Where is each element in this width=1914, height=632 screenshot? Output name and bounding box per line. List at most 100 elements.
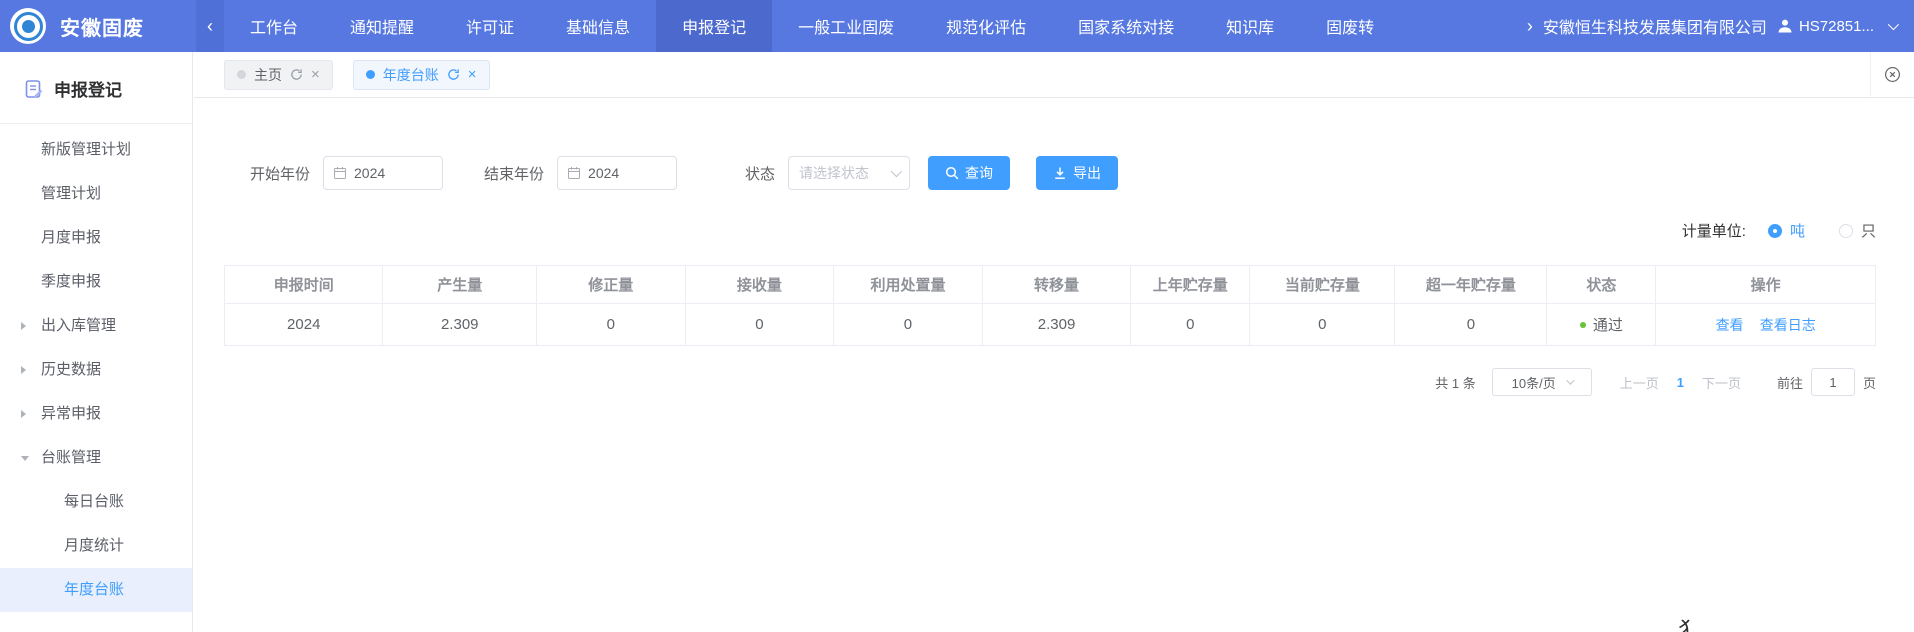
table-row: 2024 2.309 0 0 0 2.309 0 0 0 通过 <box>225 304 1876 346</box>
navbar-right-group: › 安徽恒生科技发展集团有限公司 HS72851... <box>1525 14 1914 38</box>
sidebar-item-management-plan[interactable]: 管理计划 <box>0 172 192 216</box>
nav-item-waste-transfer[interactable]: 固废转 <box>1300 0 1382 52</box>
sidebar-header: 申报登记 <box>0 52 192 124</box>
refresh-icon[interactable] <box>447 68 460 81</box>
unit-radio-ton[interactable]: 吨 <box>1768 220 1805 241</box>
sidebar-item-annual-ledger[interactable]: 年度台账 <box>0 568 192 612</box>
floating-widget-partial-glyph: 犭 <box>1678 620 1700 632</box>
declaration-doc-icon <box>24 79 44 99</box>
sidebar-item-monthly-statistics[interactable]: 月度统计 <box>0 524 192 568</box>
total-count: 共 1 条 <box>1435 373 1475 392</box>
cell-generated: 2.309 <box>383 304 537 346</box>
nav-item-license[interactable]: 许可证 <box>440 0 540 52</box>
sidebar-item-abnormal-declaration[interactable]: 异常申报 <box>0 392 192 436</box>
status-badge: 通过 <box>1593 314 1623 335</box>
nav-item-basic-info[interactable]: 基础信息 <box>540 0 656 52</box>
next-page-button[interactable]: 下一页 <box>1702 373 1741 392</box>
expand-caret-right-icon <box>21 366 26 374</box>
nav-item-standardization-evaluation[interactable]: 规范化评估 <box>920 0 1052 52</box>
view-log-link[interactable]: 查看日志 <box>1760 317 1816 333</box>
cell-received: 0 <box>685 304 834 346</box>
goto-label: 前往 <box>1777 373 1803 392</box>
tab-annual-ledger[interactable]: 年度台账 × <box>353 60 490 90</box>
page-content: 开始年份 结束年份 <box>194 98 1914 632</box>
col-current-storage: 当前贮存量 <box>1250 266 1395 304</box>
sidebar-item-new-management-plan[interactable]: 新版管理计划 <box>0 128 192 172</box>
close-all-tabs-button[interactable] <box>1870 52 1914 98</box>
sidebar-item-label: 出入库管理 <box>41 317 116 334</box>
status-select[interactable]: 请选择状态 <box>788 156 910 190</box>
close-icon[interactable]: × <box>468 67 477 82</box>
sidebar-item-daily-ledger[interactable]: 每日台账 <box>0 480 192 524</box>
sidebar: 申报登记 新版管理计划 管理计划 月度申报 季度申报 出入库管理 历史数据 异常… <box>0 52 193 632</box>
status-placeholder: 请选择状态 <box>799 163 869 183</box>
app-title: 安徽固废 <box>60 12 144 41</box>
col-declare-time: 申报时间 <box>225 266 383 304</box>
nav-item-national-system-link[interactable]: 国家系统对接 <box>1052 0 1200 52</box>
tab-home[interactable]: 主页 × <box>224 60 333 90</box>
end-year-label: 结束年份 <box>484 163 544 184</box>
goto-page-input[interactable] <box>1811 368 1855 396</box>
col-over-one-year-storage: 超一年贮存量 <box>1395 266 1547 304</box>
end-year-input[interactable] <box>557 156 677 190</box>
radio-selected-icon <box>1768 224 1782 238</box>
unit-radio-piece[interactable]: 只 <box>1839 220 1876 241</box>
unit-label: 计量单位: <box>1682 220 1746 241</box>
sidebar-item-quarterly-declaration[interactable]: 季度申报 <box>0 260 192 304</box>
prev-page-button[interactable]: 上一页 <box>1620 373 1659 392</box>
close-icon[interactable]: × <box>311 67 320 82</box>
calendar-icon <box>567 166 581 180</box>
sidebar-menu: 新版管理计划 管理计划 月度申报 季度申报 出入库管理 历史数据 异常申报 台账… <box>0 124 192 612</box>
nav-item-workbench[interactable]: 工作台 <box>224 0 324 52</box>
search-button[interactable]: 查询 <box>928 156 1010 190</box>
col-transferred: 转移量 <box>982 266 1131 304</box>
chevron-down-icon <box>891 166 902 177</box>
start-year-value[interactable] <box>354 165 414 181</box>
end-year-value[interactable] <box>588 165 648 181</box>
cell-declare-time: 2024 <box>225 304 383 346</box>
logo-core <box>22 20 35 33</box>
cell-utilized-disposed: 0 <box>834 304 983 346</box>
expand-caret-right-icon <box>21 410 26 418</box>
col-generated: 产生量 <box>383 266 537 304</box>
radio-label: 吨 <box>1790 220 1805 241</box>
pagination: 共 1 条 10条/页 上一页 1 下一页 前往 页 <box>224 368 1876 396</box>
export-button[interactable]: 导出 <box>1036 156 1118 190</box>
nav-item-general-industrial-waste[interactable]: 一般工业固废 <box>772 0 920 52</box>
sidebar-item-label: 异常申报 <box>41 405 101 422</box>
refresh-icon[interactable] <box>290 68 303 81</box>
goto-unit-label: 页 <box>1863 373 1876 392</box>
nav-overflow-arrow-icon[interactable]: › <box>1527 16 1533 37</box>
page-number-current[interactable]: 1 <box>1677 375 1684 390</box>
cell-transferred: 2.309 <box>982 304 1131 346</box>
top-navbar: 安徽固废 ‹ 工作台 通知提醒 许可证 基础信息 申报登记 一般工业固废 规范化… <box>0 0 1914 52</box>
search-icon <box>945 166 959 180</box>
sidebar-item-warehouse-in-out[interactable]: 出入库管理 <box>0 304 192 348</box>
radio-unselected-icon <box>1839 224 1853 238</box>
nav-item-declaration[interactable]: 申报登记 <box>656 0 772 52</box>
page-size-select[interactable]: 10条/页 <box>1492 368 1592 396</box>
sidebar-title: 申报登记 <box>54 76 122 101</box>
col-actions: 操作 <box>1656 266 1876 304</box>
nav-item-knowledge-base[interactable]: 知识库 <box>1200 0 1300 52</box>
search-button-label: 查询 <box>965 163 993 183</box>
user-menu-chevron-icon[interactable] <box>1888 19 1899 30</box>
page-size-value: 10条/页 <box>1512 373 1556 392</box>
sidebar-item-history-data[interactable]: 历史数据 <box>0 348 192 392</box>
col-status: 状态 <box>1547 266 1656 304</box>
main-area: 主页 × 年度台账 × <box>194 52 1914 632</box>
app-logo-icon <box>10 8 46 44</box>
sidebar-item-ledger-management[interactable]: 台账管理 <box>0 436 192 480</box>
cell-corrected: 0 <box>537 304 686 346</box>
nav-item-notifications[interactable]: 通知提醒 <box>324 0 440 52</box>
circle-close-icon <box>1884 66 1901 83</box>
status-dot-icon <box>1580 322 1586 328</box>
start-year-input[interactable] <box>323 156 443 190</box>
view-link[interactable]: 查看 <box>1716 317 1744 333</box>
user-icon <box>1777 18 1793 34</box>
col-utilized-disposed: 利用处置量 <box>834 266 983 304</box>
nav-collapse-button[interactable]: ‹ <box>196 0 224 52</box>
sidebar-item-monthly-declaration[interactable]: 月度申报 <box>0 216 192 260</box>
annual-ledger-table: 申报时间 产生量 修正量 接收量 利用处置量 转移量 上年贮存量 当前贮存量 超… <box>224 265 1876 346</box>
app-root: 安徽固废 ‹ 工作台 通知提醒 许可证 基础信息 申报登记 一般工业固废 规范化… <box>0 0 1914 632</box>
